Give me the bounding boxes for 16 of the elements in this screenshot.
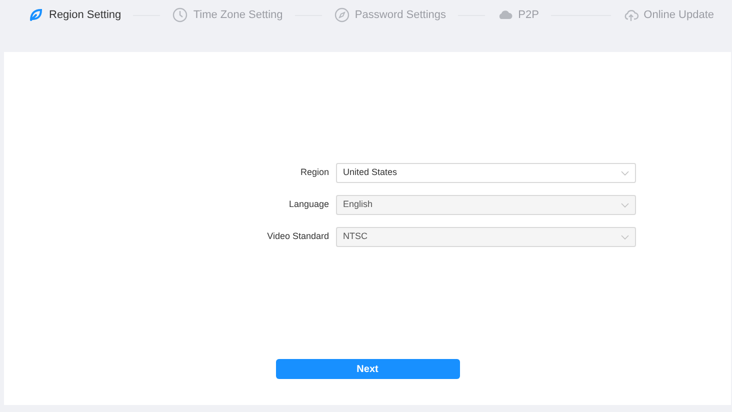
select-field[interactable]: United States [336, 163, 636, 183]
chevron-down-icon [621, 170, 629, 176]
step-label: Online Update [644, 8, 714, 23]
cloud-upload-icon [622, 7, 639, 23]
chevron-down-icon [621, 234, 629, 240]
compass-icon [334, 7, 350, 23]
field-label: Language [288, 198, 329, 212]
field-label: Video Standard [266, 230, 329, 244]
chevron-down-icon [621, 202, 629, 208]
step-label: P2P [518, 8, 539, 23]
clock-icon [172, 7, 188, 23]
field-label: Region [299, 166, 329, 180]
step-label: Region Setting [49, 8, 122, 23]
step-label: Time Zone Setting [193, 8, 283, 23]
step-label: Password Settings [354, 8, 446, 23]
leaf-icon [28, 7, 44, 23]
